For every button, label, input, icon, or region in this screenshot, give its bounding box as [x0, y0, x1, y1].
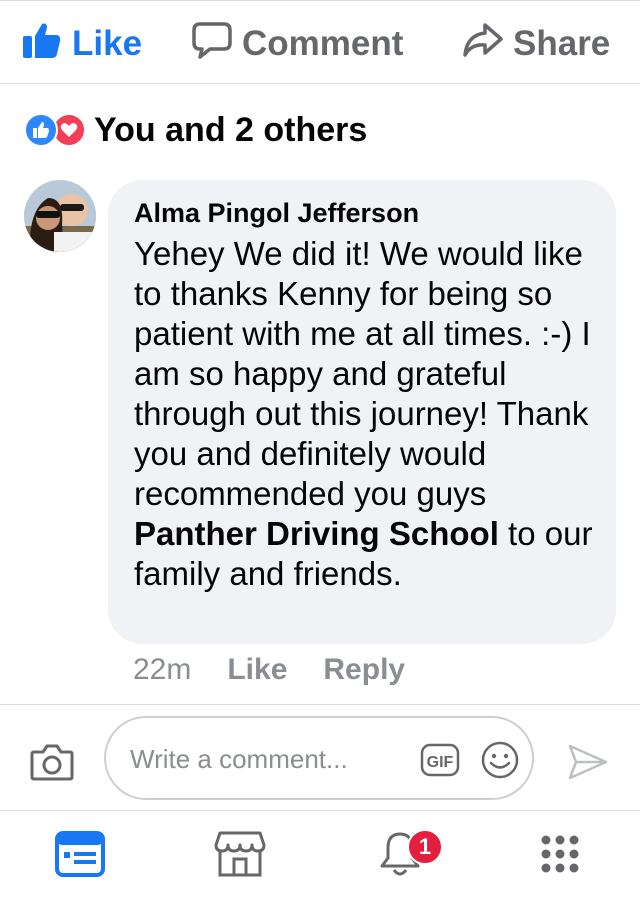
marketplace-icon[interactable] — [212, 826, 268, 882]
notification-badge: 1 — [407, 829, 443, 865]
comment-meta: 22m Like Reply — [133, 650, 405, 690]
share-label: Share — [513, 24, 611, 63]
post-action-bar: Like Comment Share — [0, 4, 640, 84]
send-icon[interactable] — [566, 740, 610, 784]
like-reaction-icon — [24, 113, 58, 147]
top-divider — [0, 0, 640, 1]
reactions-summary[interactable]: You and 2 others — [24, 110, 367, 150]
comment-like-link[interactable]: Like — [227, 653, 287, 687]
avatar[interactable] — [24, 180, 96, 252]
comment-timestamp[interactable]: 22m — [133, 653, 191, 687]
comment-bubble: Alma Pingol Jefferson Yehey We did it! W… — [108, 180, 616, 644]
like-button[interactable]: Like — [22, 20, 142, 68]
camera-icon[interactable] — [30, 742, 74, 782]
comment-label: Comment — [242, 24, 404, 63]
comment-author[interactable]: Alma Pingol Jefferson — [134, 198, 419, 229]
comment-text: Yehey We did it! We would like to thanks… — [134, 234, 604, 594]
gif-icon[interactable]: GIF — [420, 742, 460, 778]
comment-composer[interactable]: GIF — [104, 716, 534, 800]
comment-input[interactable] — [128, 736, 412, 782]
emoji-icon[interactable] — [480, 740, 520, 780]
page-mention-link[interactable]: Panther Driving School — [134, 515, 499, 552]
share-arrow-icon — [463, 21, 503, 68]
share-button[interactable]: Share — [463, 20, 610, 68]
comment-button[interactable]: Comment — [192, 20, 403, 68]
comment-reply-link[interactable]: Reply — [323, 653, 405, 687]
speech-bubble-icon — [192, 21, 232, 68]
news-feed-icon[interactable] — [52, 826, 108, 882]
composer-divider — [0, 704, 640, 705]
like-label: Like — [72, 24, 143, 63]
action-bar-divider — [0, 83, 640, 84]
comment-text-start: Yehey We did it! We would like to thanks… — [134, 235, 591, 512]
reactions-count-text: You and 2 others — [94, 110, 368, 149]
thumbs-up-icon — [22, 21, 62, 68]
gif-label: GIF — [427, 754, 454, 771]
menu-icon[interactable] — [532, 826, 588, 882]
nav-divider — [0, 810, 640, 811]
